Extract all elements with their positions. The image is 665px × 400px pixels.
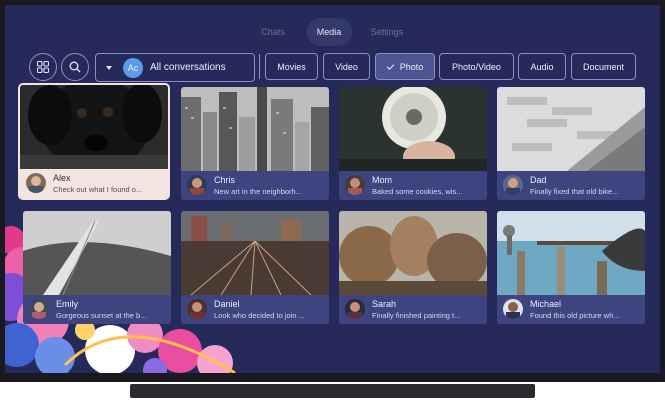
message-preview: Finally fixed that old bike... [530,187,619,196]
message-preview: Finally finished painting t... [372,311,461,320]
message-preview: Baked some cookies, wis... [372,187,463,196]
conversation-avatar: Ac [123,58,143,78]
media-tile[interactable]: Alex Check out what I found o... [20,85,168,198]
message-preview: New art in the neighborh... [214,187,302,196]
filter-photo[interactable]: Photo [375,53,435,80]
photo-pier-bird [497,211,645,295]
filter-photo-label: Photo [399,62,424,72]
tv-screen: Chats Media Settings Ac All conversation… [5,5,660,373]
search-icon [69,61,81,73]
check-icon [386,62,395,70]
media-tile[interactable]: Mom Baked some cookies, wis... [339,87,487,200]
tv-stand [130,384,535,398]
sender-name: Emily [56,299,78,309]
message-preview: Found this old picture wh... [530,311,620,320]
avatar [29,299,49,319]
avatar [345,175,365,195]
sender-name: Michael [530,299,562,309]
sender-name: Dad [530,175,547,185]
photo-city-skyline [181,87,329,171]
avatar [187,299,207,319]
media-tile[interactable]: Michael Found this old picture wh... [497,211,645,324]
search-button[interactable] [61,53,89,81]
avatar [187,175,207,195]
grid-icon [37,61,49,73]
avatar [26,173,46,193]
tile-caption: Emily Gorgeous sunset at the b... [23,295,171,324]
media-tile[interactable]: Sarah Finally finished painting t... [339,211,487,324]
tile-caption: Mom Baked some cookies, wis... [339,171,487,200]
media-tile[interactable]: Daniel Look who decided to join ... [181,211,329,324]
avatar [503,299,523,319]
message-preview: Check out what I found o... [53,185,143,194]
top-tabs: Chats Media Settings [5,18,660,46]
sender-name: Sarah [372,299,397,309]
photo-dandelion [339,87,487,171]
conversation-selector[interactable]: Ac All conversations [95,53,255,82]
tile-caption: Michael Found this old picture wh... [497,295,645,324]
sender-name: Daniel [214,299,240,309]
avatar [503,175,523,195]
sender-name: Alex [53,173,71,183]
photo-rail-yard [181,211,329,295]
media-tile[interactable]: Chris New art in the neighborh... [181,87,329,200]
media-tile[interactable]: Dad Finally fixed that old bike... [497,87,645,200]
photo-stone-stairs [497,87,645,171]
tab-media[interactable]: Media [306,18,352,46]
tile-caption: Alex Check out what I found o... [20,169,168,198]
filter-audio[interactable]: Audio [518,53,566,80]
sender-name: Mom [372,175,392,185]
tab-chats[interactable]: Chats [253,18,293,46]
photo-autumn-trees [339,211,487,295]
tile-caption: Dad Finally fixed that old bike... [497,171,645,200]
media-toolbar: Ac All conversations Movies Video Photo … [5,49,660,83]
toolbar-divider [259,54,260,79]
media-tile[interactable]: Emily Gorgeous sunset at the b... [23,211,171,324]
filter-movies[interactable]: Movies [265,53,318,80]
conversation-label: All conversations [150,62,226,73]
message-preview: Gorgeous sunset at the b... [56,311,147,320]
tv-frame: Chats Media Settings Ac All conversation… [0,0,665,382]
tile-caption: Daniel Look who decided to join ... [181,295,329,324]
photo-railway-hill [23,211,171,295]
tile-caption: Sarah Finally finished painting t... [339,295,487,324]
grid-view-button[interactable] [29,53,57,81]
sender-name: Chris [214,175,236,185]
message-preview: Look who decided to join ... [214,311,305,320]
filter-document[interactable]: Document [571,53,636,80]
tab-settings[interactable]: Settings [365,18,409,46]
filter-video[interactable]: Video [323,53,370,80]
dropdown-caret-icon [106,66,112,70]
avatar [345,299,365,319]
tile-caption: Chris New art in the neighborh... [181,171,329,200]
photo-black-puppy [20,85,168,169]
filter-photo-video[interactable]: Photo/Video [439,53,514,80]
